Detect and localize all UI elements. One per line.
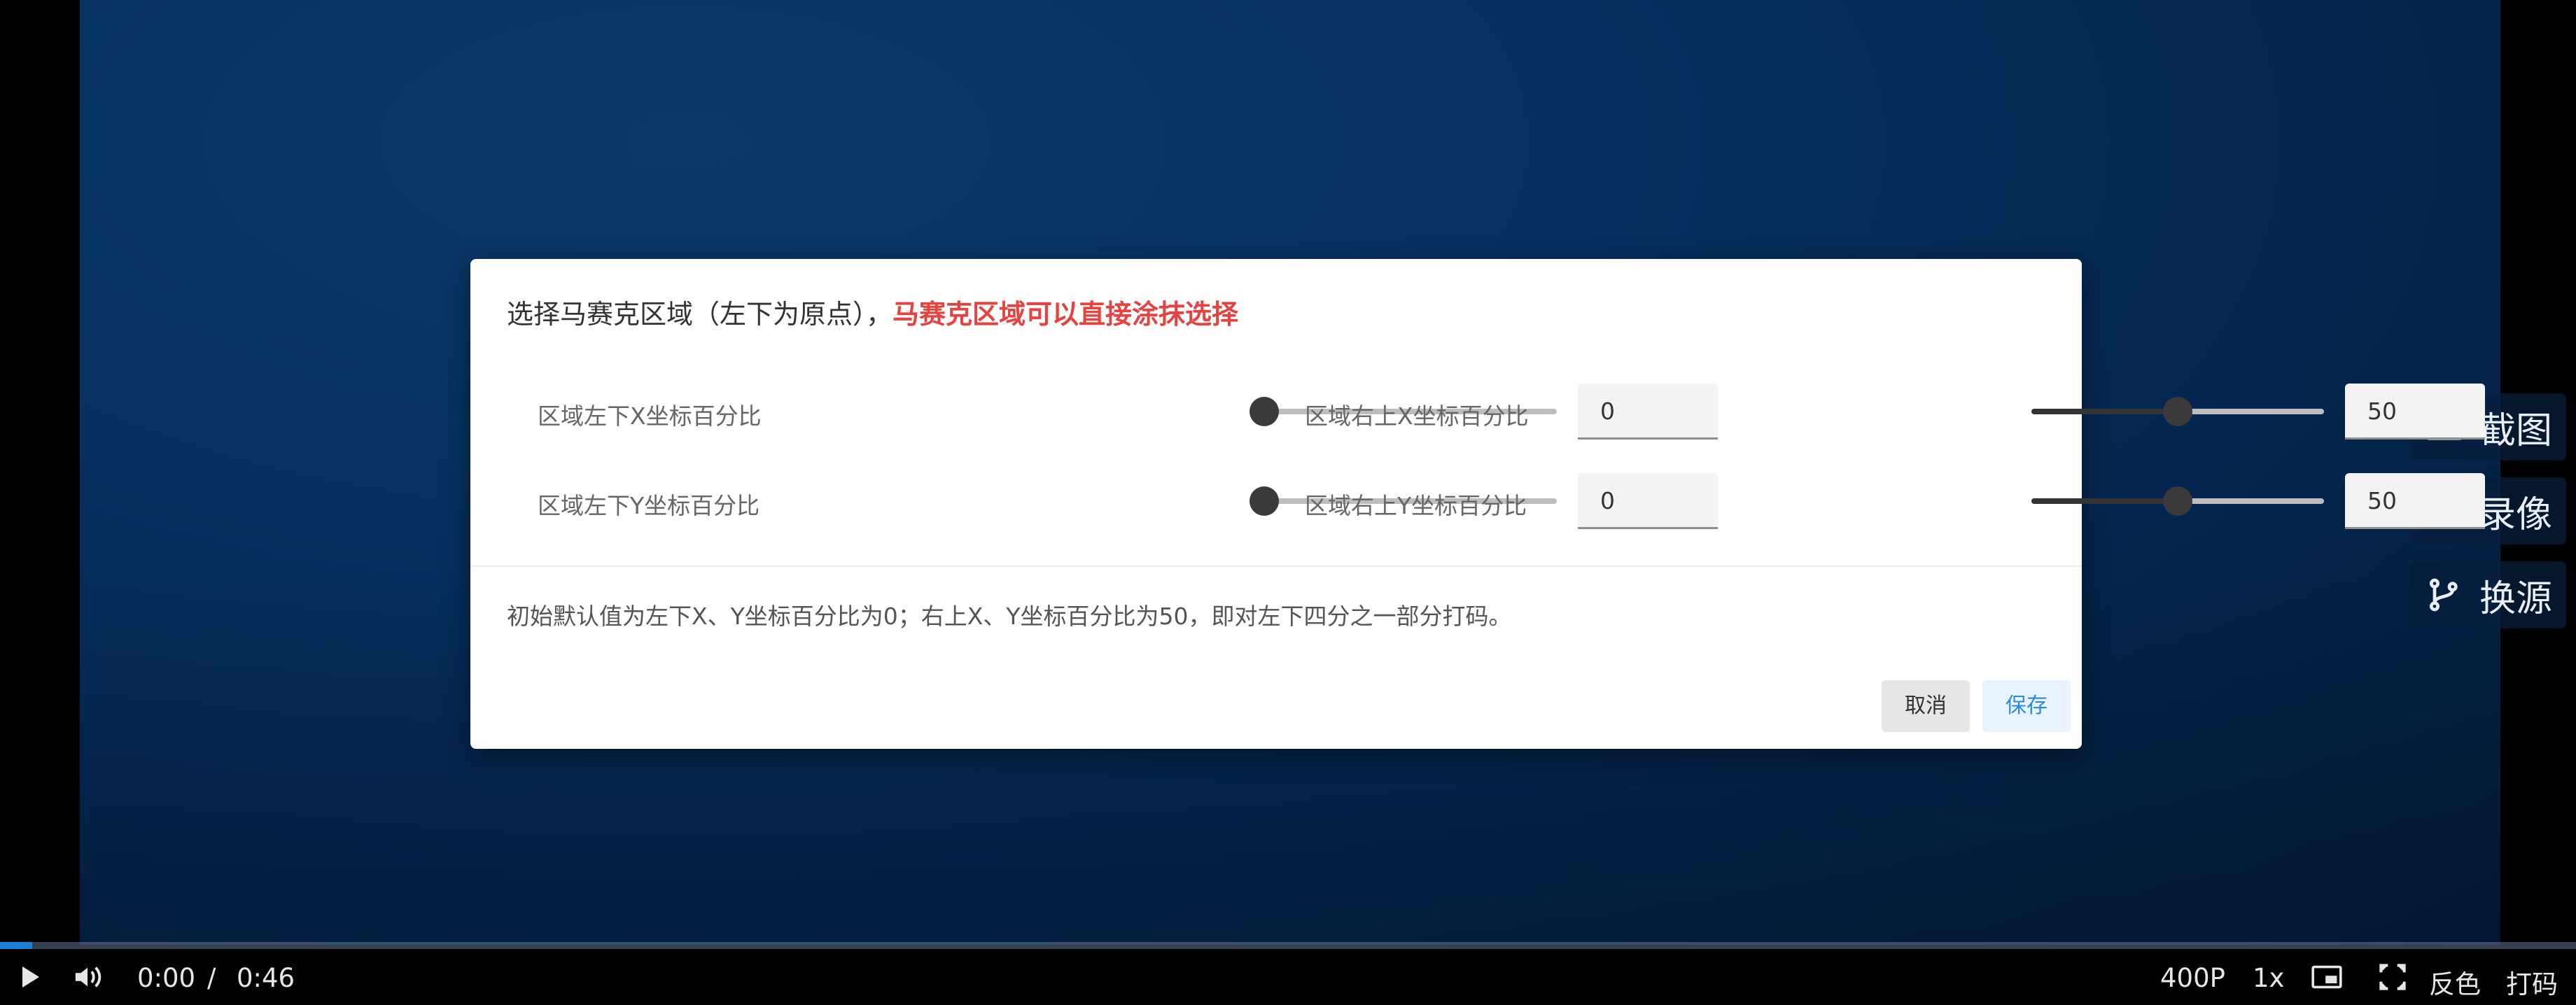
current-time: 0:00 bbox=[137, 963, 196, 993]
mosaic-area-dialog: 选择马赛克区域（左下为原点），马赛克区域可以直接涂抹选择 区域左下X坐标百分比 … bbox=[470, 259, 2485, 749]
slider-thumb[interactable] bbox=[2163, 486, 2192, 516]
time-separator: / bbox=[207, 963, 216, 993]
pip-button[interactable] bbox=[2310, 963, 2344, 991]
top-right-x-slider[interactable] bbox=[2031, 397, 2324, 426]
switch-source-button[interactable]: 换源 bbox=[2409, 561, 2566, 628]
volume-icon bbox=[75, 967, 102, 988]
control-bar: 0:00 / 0:46 400P 1x 反色 打码 bbox=[0, 949, 2576, 1005]
slider-thumb[interactable] bbox=[1250, 397, 1279, 426]
invert-color-button[interactable]: 反色 bbox=[2429, 963, 2481, 1001]
top-right-y-input[interactable]: 50 bbox=[2345, 473, 2485, 529]
speed-button[interactable]: 1x bbox=[2253, 963, 2284, 993]
row-x: 区域左下X坐标百分比 0 区域右上X坐标百分比 50 bbox=[470, 384, 2485, 440]
bottom-left-y-input[interactable]: 0 bbox=[1578, 473, 1718, 529]
duration: 0:46 bbox=[237, 963, 295, 993]
quality-button[interactable]: 400P bbox=[2160, 963, 2225, 993]
dialog-title-highlight: 马赛克区域可以直接涂抹选择 bbox=[892, 299, 1239, 330]
top-right-y-label: 区域右上Y坐标百分比 bbox=[1305, 492, 1527, 519]
progress-played bbox=[0, 942, 32, 949]
slider-thumb[interactable] bbox=[2163, 397, 2192, 426]
top-right-y-slider[interactable] bbox=[2031, 486, 2324, 516]
fullscreen-button[interactable] bbox=[2376, 963, 2409, 991]
save-button[interactable]: 保存 bbox=[1982, 680, 2071, 732]
bottom-left-y-label: 区域左下Y坐标百分比 bbox=[538, 492, 760, 519]
cancel-button[interactable]: 取消 bbox=[1882, 680, 1970, 732]
slider-fill bbox=[2031, 498, 2178, 504]
dialog-title-text: 选择马赛克区域（左下为原点）， bbox=[507, 299, 893, 330]
row-y: 区域左下Y坐标百分比 0 区域右上Y坐标百分比 50 bbox=[470, 473, 2485, 529]
fullscreen-icon bbox=[2379, 964, 2406, 990]
slider-thumb[interactable] bbox=[1250, 486, 1279, 516]
volume-button[interactable] bbox=[70, 962, 108, 992]
top-right-x-input[interactable]: 50 bbox=[2345, 384, 2485, 440]
dialog-note: 初始默认值为左下X、Y坐标百分比为0；右上X、Y坐标百分比为50，即对左下四分之… bbox=[507, 603, 1512, 630]
record-label: 录像 bbox=[2479, 493, 2553, 536]
progress-bar[interactable] bbox=[0, 942, 2576, 949]
dialog-title: 选择马赛克区域（左下为原点），马赛克区域可以直接涂抹选择 bbox=[507, 293, 1238, 331]
slider-fill bbox=[2031, 409, 2178, 414]
top-right-x-label: 区域右上X坐标百分比 bbox=[1305, 402, 1529, 430]
screenshot-label: 截图 bbox=[2479, 409, 2553, 452]
player-stage: 截图 录像 换源 选择马赛克区域（左下为原点），马赛克区域可以直接涂抹选择 区域… bbox=[0, 0, 2576, 1005]
branch-icon bbox=[2430, 578, 2458, 612]
picture-in-picture-icon bbox=[2311, 965, 2342, 989]
bottom-left-x-label: 区域左下X坐标百分比 bbox=[538, 402, 762, 430]
mosaic-button[interactable]: 打码 bbox=[2506, 963, 2558, 1001]
play-icon bbox=[22, 967, 39, 988]
dialog-divider bbox=[470, 565, 2082, 567]
play-button[interactable] bbox=[17, 962, 45, 992]
bottom-left-x-input[interactable]: 0 bbox=[1578, 384, 1718, 440]
switch-source-label: 换源 bbox=[2479, 577, 2553, 620]
